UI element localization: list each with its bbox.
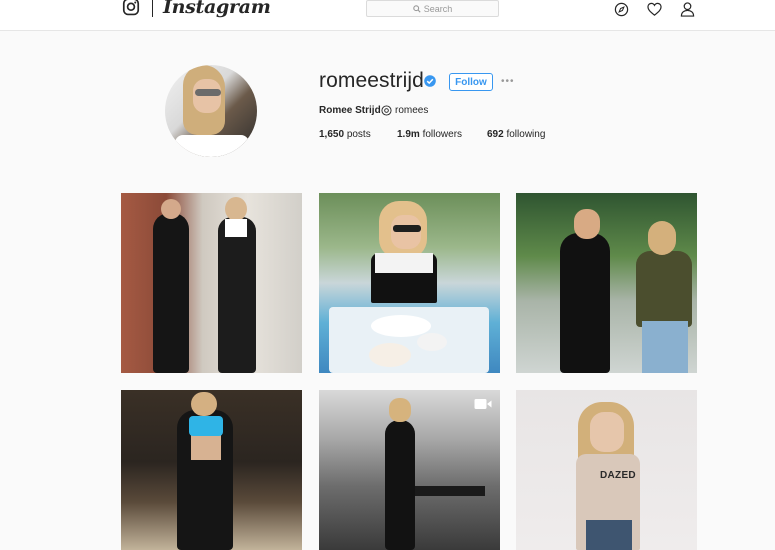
post-thumbnail[interactable]	[516, 193, 697, 373]
top-nav: Instagram Search	[0, 0, 775, 31]
instagram-camera-icon[interactable]	[121, 0, 141, 17]
post-thumbnail[interactable]	[121, 390, 302, 550]
shirt-text: DAZED	[600, 470, 636, 481]
verified-badge-icon	[424, 75, 436, 87]
profile-full-name: Romee Strijd	[319, 105, 381, 116]
profile-username: romeestrijd	[319, 69, 424, 92]
search-input[interactable]: Search	[366, 0, 499, 17]
profile-avatar[interactable]	[165, 65, 257, 157]
search-placeholder: Search	[423, 3, 453, 14]
video-camera-icon	[474, 399, 492, 409]
post-thumbnail[interactable]	[319, 390, 500, 550]
more-options-icon[interactable]: •••	[501, 77, 515, 87]
followers-count-value: 1.9m	[397, 129, 420, 140]
posts-count-value: 1,650	[319, 129, 345, 140]
posts-count-label: posts	[346, 129, 371, 140]
followers-count[interactable]: 1.9m followers	[397, 129, 462, 140]
profile-icon[interactable]	[680, 2, 695, 17]
follow-button[interactable]: Follow	[449, 73, 493, 91]
following-count-value: 692	[487, 129, 504, 140]
threads-icon[interactable]	[381, 105, 392, 116]
following-count-label: following	[506, 129, 546, 140]
followers-count-label: followers	[422, 129, 463, 140]
post-thumbnail[interactable]	[319, 193, 500, 373]
heart-icon[interactable]	[647, 2, 662, 17]
compass-icon[interactable]	[614, 2, 629, 17]
instagram-wordmark[interactable]: Instagram	[163, 0, 271, 18]
profile-handle: romees	[395, 105, 429, 116]
posts-count: 1,650 posts	[319, 129, 371, 140]
search-icon	[412, 4, 421, 13]
following-count[interactable]: 692 following	[487, 129, 545, 140]
post-thumbnail[interactable]	[121, 193, 302, 373]
logo-divider	[152, 0, 153, 17]
post-thumbnail[interactable]: DAZED	[516, 390, 697, 550]
